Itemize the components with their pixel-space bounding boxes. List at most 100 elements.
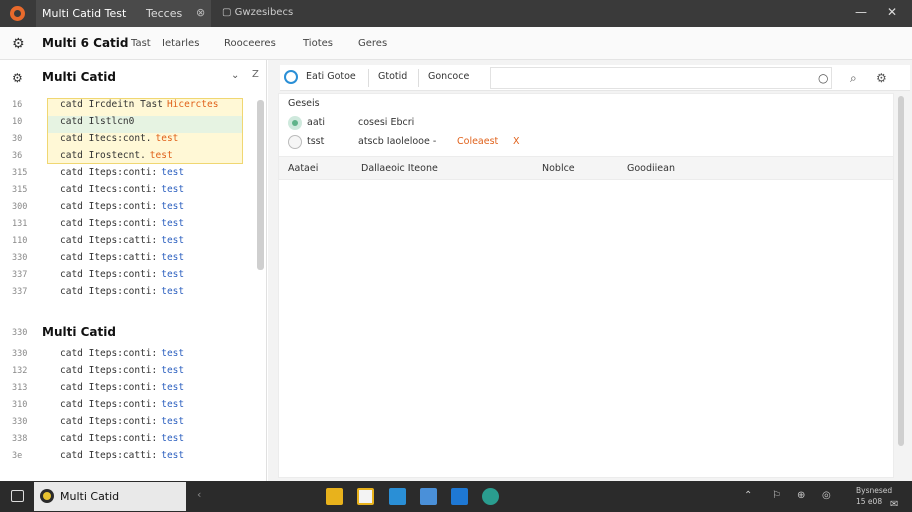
row-name[interactable]: tsst bbox=[307, 136, 324, 147]
search-input[interactable] bbox=[490, 67, 832, 89]
code-text: catd Itecs:conti: test bbox=[60, 184, 184, 195]
line-number: 131 bbox=[12, 219, 28, 229]
tab-gwzesibecs[interactable]: ▢ Gwzesibecs bbox=[222, 7, 293, 18]
code-keyword: test bbox=[161, 286, 185, 297]
code-body: catd Iteps:conti: bbox=[60, 348, 158, 359]
settings-icon[interactable]: ⚙ bbox=[876, 71, 887, 85]
taskbar-active-app[interactable]: Multi Catid bbox=[34, 482, 186, 511]
code-line[interactable]: 36 catd Irostecnt. test bbox=[0, 148, 250, 165]
code-line[interactable]: 315 catd Iteps:conti: test bbox=[0, 165, 250, 182]
code-text: catd Iteps:conti: test bbox=[60, 433, 184, 444]
code-line[interactable]: 10 catd Ilstlcn0 bbox=[0, 114, 250, 131]
settings-gear-icon[interactable]: ⚙ bbox=[12, 36, 25, 52]
chevron-down-icon[interactable]: ⌄ bbox=[231, 70, 239, 81]
file-explorer-icon[interactable] bbox=[326, 488, 343, 505]
search-clear-icon[interactable]: ○ bbox=[818, 71, 828, 85]
menu-item-ietarles[interactable]: Ietarles bbox=[162, 38, 199, 49]
minimize-icon[interactable]: — bbox=[849, 5, 873, 19]
code-keyword: test bbox=[161, 167, 185, 178]
code-line[interactable]: 330 catd Iteps:catti: test bbox=[0, 250, 250, 267]
tray-flag-icon[interactable]: ⚐ bbox=[772, 490, 781, 501]
code-line[interactable]: 16 catd Ircdeitn Tast Hicerctes bbox=[0, 97, 250, 114]
right-scrollbar[interactable] bbox=[898, 96, 904, 446]
menu-item-rooceeres[interactable]: Rooceeres bbox=[224, 38, 276, 49]
search-icon[interactable]: ⌕ bbox=[850, 71, 857, 86]
code-line[interactable]: 313 catd Iteps:conti: test bbox=[0, 380, 250, 397]
column-header[interactable]: Goodiiean bbox=[627, 163, 675, 174]
code-body: catd Iteps:conti: bbox=[60, 269, 158, 280]
close-window-icon[interactable]: ✕ bbox=[880, 5, 904, 19]
code-line[interactable]: 337 catd Iteps:conti: test bbox=[0, 284, 250, 301]
line-number: 330 bbox=[12, 349, 28, 359]
code-text: catd Iteps:conti: test bbox=[60, 382, 184, 393]
code-line[interactable]: 315 catd Itecs:conti: test bbox=[0, 182, 250, 199]
row-flag[interactable]: X bbox=[513, 136, 520, 147]
left-scrollbar[interactable] bbox=[257, 100, 264, 270]
column-header[interactable]: Dallaeoic Iteone bbox=[361, 163, 438, 174]
session-label: Geseis bbox=[288, 98, 320, 109]
window-titlebar: Multi Catid Test Tecces ⊗ ▢ Gwzesibecs —… bbox=[0, 0, 912, 27]
taskbar-app-label: Multi Catid bbox=[60, 490, 120, 503]
menu-item-geres[interactable]: Geres bbox=[358, 38, 387, 49]
line-number: 330 bbox=[12, 417, 28, 427]
code-body: catd Iteps:conti: bbox=[60, 201, 158, 212]
code-body: catd Iteps:conti: bbox=[60, 286, 158, 297]
column-header[interactable]: Noblce bbox=[542, 163, 575, 174]
tab-title: Multi Catid Test bbox=[42, 7, 127, 20]
radio-button[interactable] bbox=[284, 70, 298, 84]
start-icon[interactable] bbox=[11, 490, 24, 502]
line-number: 310 bbox=[12, 400, 28, 410]
code-line[interactable]: 338 catd Iteps:conti: test bbox=[0, 431, 250, 448]
tab-multi-catid-test[interactable]: Multi Catid Test Tecces ⊗ bbox=[36, 0, 211, 27]
code-text: catd Iteps:catti: test bbox=[60, 252, 184, 263]
code-line[interactable]: 30 catd Itecs:cont. test bbox=[0, 131, 250, 148]
notes-icon[interactable] bbox=[357, 488, 374, 505]
code-line[interactable]: 330 catd Iteps:conti: test bbox=[0, 346, 250, 363]
code-line[interactable]: 300 catd Iteps:conti: test bbox=[0, 199, 250, 216]
line-number: 36 bbox=[12, 151, 23, 161]
code-body: catd Iteps:conti: bbox=[60, 416, 158, 427]
code-line[interactable]: 132 catd Iteps:conti: test bbox=[0, 363, 250, 380]
chevron-left-icon[interactable]: ‹ bbox=[197, 488, 201, 501]
document-icon[interactable] bbox=[420, 488, 437, 505]
code-keyword: test bbox=[161, 184, 185, 195]
code-line[interactable]: 310 catd Iteps:conti: test bbox=[0, 397, 250, 414]
filter-label-gtotid[interactable]: Gtotid bbox=[378, 71, 407, 82]
search-toolbar: Eati Gotoe Gtotid Goncoce ○ ⌕ ⚙ bbox=[280, 65, 910, 91]
code-keyword: test bbox=[161, 201, 185, 212]
code-line[interactable]: 3e catd Iteps:catti: test bbox=[0, 448, 250, 465]
code-keyword: Hicerctes bbox=[166, 99, 219, 110]
tray-volume-icon[interactable]: ◎ bbox=[822, 490, 831, 501]
app-icon bbox=[40, 489, 54, 503]
app-menubar: ⚙ Multi 6 Catid Tast Ietarles Rooceeres … bbox=[0, 27, 912, 60]
divider bbox=[368, 69, 369, 87]
tray-network-icon[interactable]: ⊕ bbox=[797, 490, 805, 501]
filter-label-goncoce[interactable]: Goncoce bbox=[428, 71, 469, 82]
code-text: catd Ilstlcn0 bbox=[60, 116, 134, 127]
menu-item-tiotes[interactable]: Tiotes bbox=[303, 38, 333, 49]
column-header[interactable]: Aataei bbox=[288, 163, 318, 174]
tray-chevron-icon[interactable]: ⌃ bbox=[744, 490, 752, 501]
code-line[interactable]: 110 catd Iteps:catti: test bbox=[0, 233, 250, 250]
code-body: catd Irostecnt. bbox=[60, 150, 146, 161]
code-line[interactable]: 330 catd Iteps:conti: test bbox=[0, 414, 250, 431]
line-number: 338 bbox=[12, 434, 28, 444]
clock[interactable]: Bysnesed 15 e08 bbox=[856, 485, 892, 507]
code-line[interactable]: 131 catd Iteps:conti: test bbox=[0, 216, 250, 233]
pane-gear-icon[interactable]: ⚙ bbox=[12, 71, 23, 85]
filter-label-eati-gotoe[interactable]: Eati Gotoe bbox=[306, 71, 356, 82]
pane-close-icon[interactable]: Z bbox=[252, 69, 259, 80]
code-text: catd Iteps:conti: test bbox=[60, 201, 184, 212]
menu-item-tast[interactable]: Tast bbox=[131, 38, 151, 49]
tab-close-icon[interactable]: ⊗ bbox=[196, 6, 205, 19]
store-icon[interactable] bbox=[389, 488, 406, 505]
code-line[interactable]: 337 catd Iteps:conti: test bbox=[0, 267, 250, 284]
code-body: catd Iteps:conti: bbox=[60, 382, 158, 393]
browser-icon[interactable] bbox=[482, 488, 499, 505]
mail-icon[interactable] bbox=[451, 488, 468, 505]
line-number: 30 bbox=[12, 134, 23, 144]
line-number: 10 bbox=[12, 117, 23, 127]
row-name[interactable]: aati bbox=[307, 117, 325, 128]
tab-subtitle: Tecces bbox=[146, 7, 183, 20]
session-content: Geseis aati cosesi Ebcri tsst atscb Iaol… bbox=[278, 93, 894, 478]
